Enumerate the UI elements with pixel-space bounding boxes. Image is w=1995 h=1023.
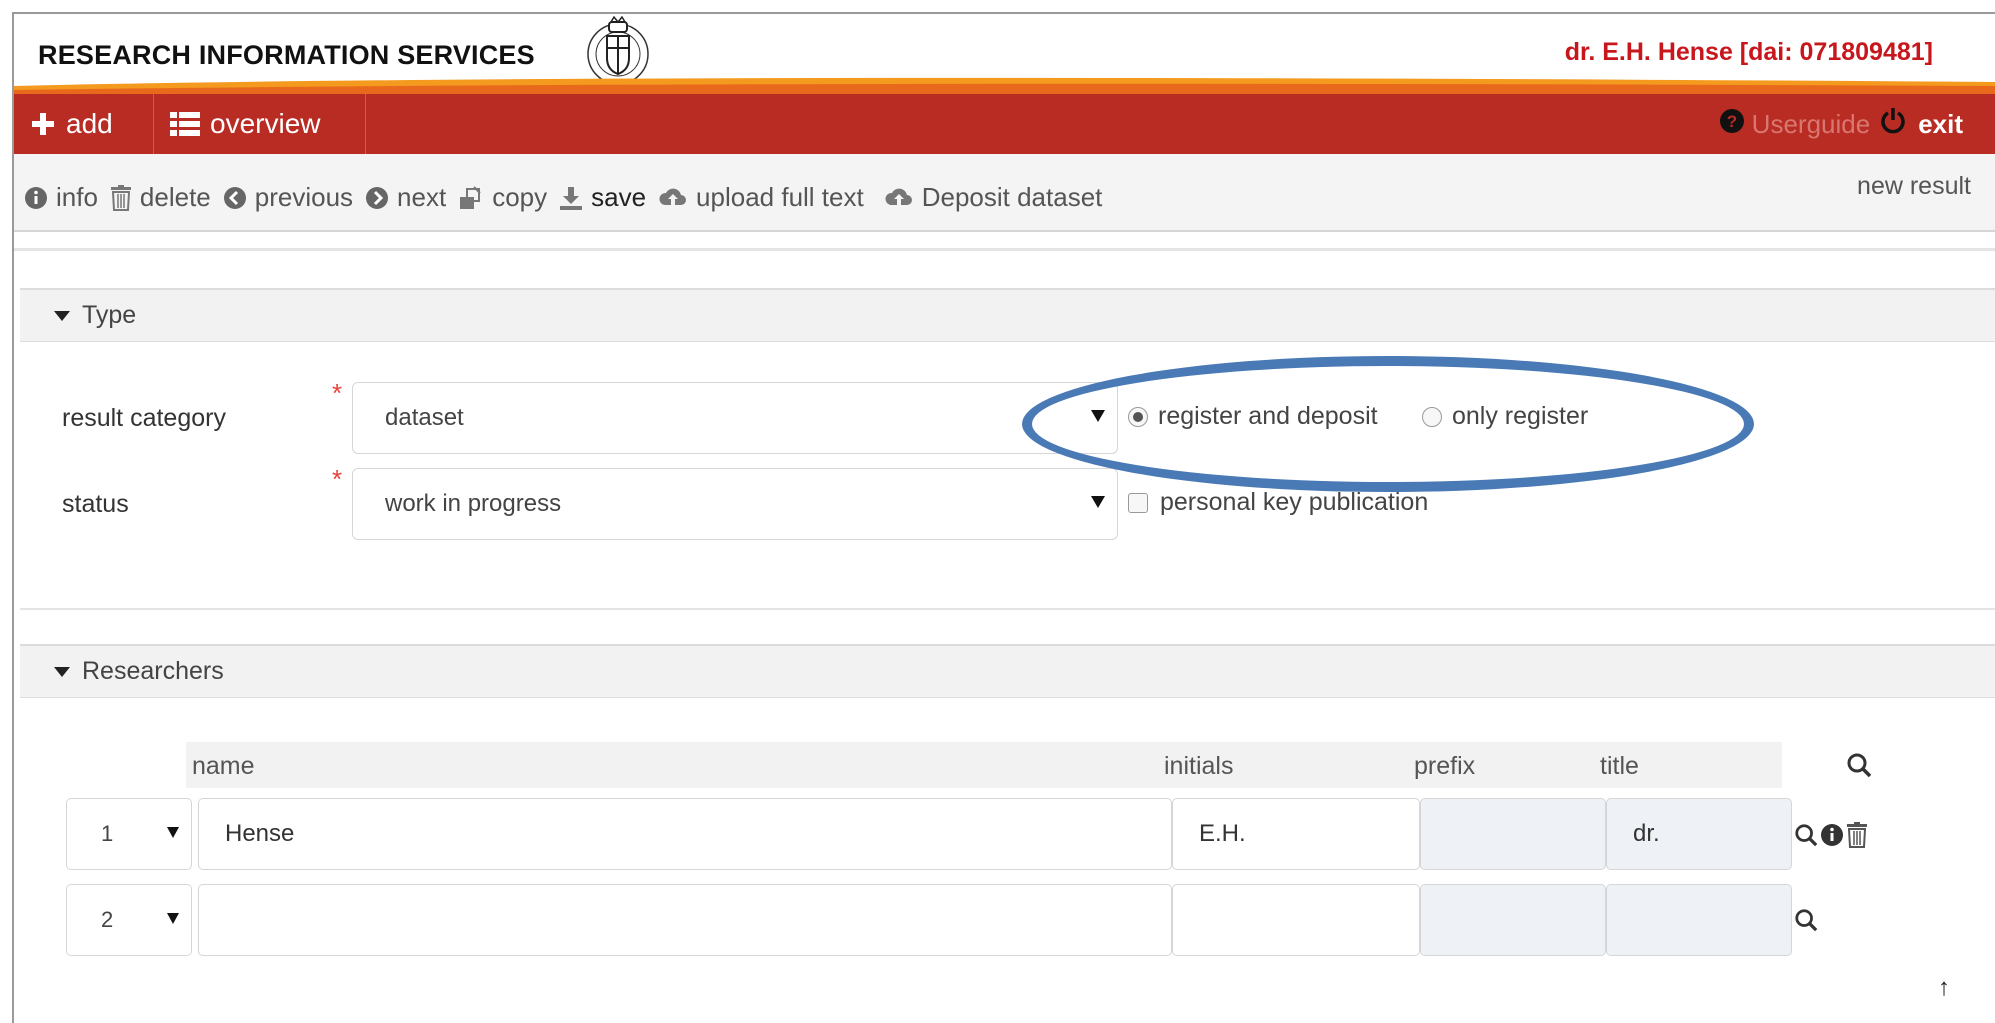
previous-label: previous [254, 182, 354, 212]
radio-unselected-icon[interactable] [1422, 406, 1442, 427]
column-header-name: name [192, 752, 255, 780]
svg-text:?: ? [1726, 112, 1736, 131]
new-result-label: new result [1857, 172, 1971, 200]
trash-icon [110, 184, 132, 211]
type-panel-title: Type [82, 301, 137, 329]
checkbox-icon[interactable] [1128, 492, 1148, 513]
arrow-right-circle-icon [365, 186, 389, 210]
row-index: 2 [101, 907, 114, 932]
delete-label: delete [139, 182, 211, 212]
column-header-initials: initials [1164, 752, 1234, 780]
info-circle-icon[interactable] [1820, 823, 1844, 847]
dropdown-arrow-icon [1091, 496, 1105, 508]
cloud-upload-icon [884, 185, 914, 211]
title-input[interactable]: dr. [1606, 798, 1792, 870]
status-value: work in progress [385, 490, 562, 517]
deposit-dataset-label: Deposit dataset [921, 182, 1103, 212]
row-order-select[interactable]: 2 [66, 884, 192, 956]
header-stripe [14, 77, 1995, 94]
researchers-panel-header[interactable]: Researchers [20, 646, 1995, 698]
download-icon [559, 185, 583, 211]
status-label: status [62, 490, 129, 518]
title-input[interactable] [1606, 884, 1792, 956]
overview-button[interactable]: overview [154, 94, 366, 154]
name-input[interactable] [198, 884, 1172, 956]
add-button[interactable]: add [14, 94, 154, 154]
overview-label: overview [210, 108, 321, 139]
researchers-panel-title: Researchers [82, 657, 224, 685]
initials-input[interactable]: E.H. [1172, 798, 1420, 870]
copy-label: copy [492, 182, 548, 212]
brand-title: RESEARCH INFORMATION SERVICES [38, 40, 535, 70]
prefix-input[interactable] [1420, 798, 1606, 870]
copy-button[interactable]: copy [458, 182, 547, 213]
only-register-label: only register [1452, 402, 1589, 430]
row-actions [1794, 822, 1870, 848]
column-header-title: title [1600, 752, 1639, 780]
radio-only-register[interactable]: only register [1422, 402, 1588, 431]
userguide-link[interactable]: Userguide [1752, 109, 1871, 140]
row-actions [1794, 908, 1820, 932]
radio-selected-icon[interactable] [1128, 406, 1148, 427]
radio-register-and-deposit[interactable]: register and deposit [1128, 402, 1378, 431]
deposit-dataset-button[interactable]: Deposit dataset [884, 182, 1103, 213]
type-panel-header[interactable]: Type [20, 290, 1995, 342]
caret-down-icon [54, 666, 70, 677]
next-button[interactable]: next [365, 182, 446, 213]
delete-button[interactable]: delete [110, 182, 211, 213]
question-circle-icon[interactable]: ? [1719, 108, 1744, 140]
column-header-prefix: prefix [1414, 752, 1476, 780]
search-icon[interactable] [1794, 908, 1818, 932]
list-icon [170, 111, 200, 137]
scroll-to-top-icon[interactable]: ↑ [1938, 974, 1950, 1002]
search-icon[interactable] [1846, 752, 1872, 783]
result-category-select[interactable]: dataset [352, 382, 1118, 454]
save-button[interactable]: save [559, 182, 646, 213]
dropdown-arrow-icon [167, 827, 179, 838]
plus-icon [30, 111, 56, 137]
add-label: add [66, 108, 113, 139]
result-category-label: result category [62, 404, 226, 432]
power-icon[interactable] [1880, 107, 1906, 142]
previous-button[interactable]: previous [223, 182, 353, 213]
header: RESEARCH INFORMATION SERVICES dr. E.H. H… [14, 14, 1995, 94]
divider [14, 248, 1995, 251]
name-input[interactable]: Hense [198, 798, 1172, 870]
app-window: RESEARCH INFORMATION SERVICES dr. E.H. H… [12, 12, 1995, 1023]
info-button[interactable]: info [24, 182, 98, 213]
row-order-select[interactable]: 1 [66, 798, 192, 870]
required-marker: * [332, 464, 343, 494]
main-navbar: add overview ? Userguide exit [14, 94, 1995, 154]
dropdown-arrow-icon [167, 913, 179, 924]
row-index: 1 [101, 821, 114, 846]
initials-input[interactable] [1172, 884, 1420, 956]
exit-link[interactable]: exit [1918, 109, 1963, 140]
next-label: next [397, 182, 447, 212]
required-marker: * [332, 378, 343, 408]
search-icon[interactable] [1794, 823, 1818, 847]
toolbar: info delete previous next copy save uplo… [14, 154, 1995, 232]
status-select[interactable]: work in progress [352, 468, 1118, 540]
copy-icon [458, 185, 484, 211]
info-circle-icon [24, 186, 48, 210]
upload-full-text-button[interactable]: upload full text [658, 182, 864, 213]
info-label: info [56, 182, 98, 212]
dropdown-arrow-icon [1091, 410, 1105, 422]
cloud-upload-icon [658, 185, 688, 211]
user-name[interactable]: dr. E.H. Hense [dai: 071809481] [1565, 38, 1933, 67]
upload-full-text-label: upload full text [696, 182, 864, 212]
register-and-deposit-label: register and deposit [1158, 402, 1378, 430]
save-label: save [591, 182, 647, 212]
arrow-left-circle-icon [223, 186, 247, 210]
caret-down-icon [54, 310, 70, 321]
nav-right-group: ? Userguide exit [1719, 94, 1963, 154]
trash-icon[interactable] [1846, 822, 1868, 848]
personal-key-publication-label: personal key publication [1160, 488, 1429, 516]
table-header [186, 742, 1782, 788]
personal-key-publication-checkbox[interactable]: personal key publication [1128, 488, 1428, 517]
result-category-value: dataset [385, 404, 464, 431]
prefix-input[interactable] [1420, 884, 1606, 956]
